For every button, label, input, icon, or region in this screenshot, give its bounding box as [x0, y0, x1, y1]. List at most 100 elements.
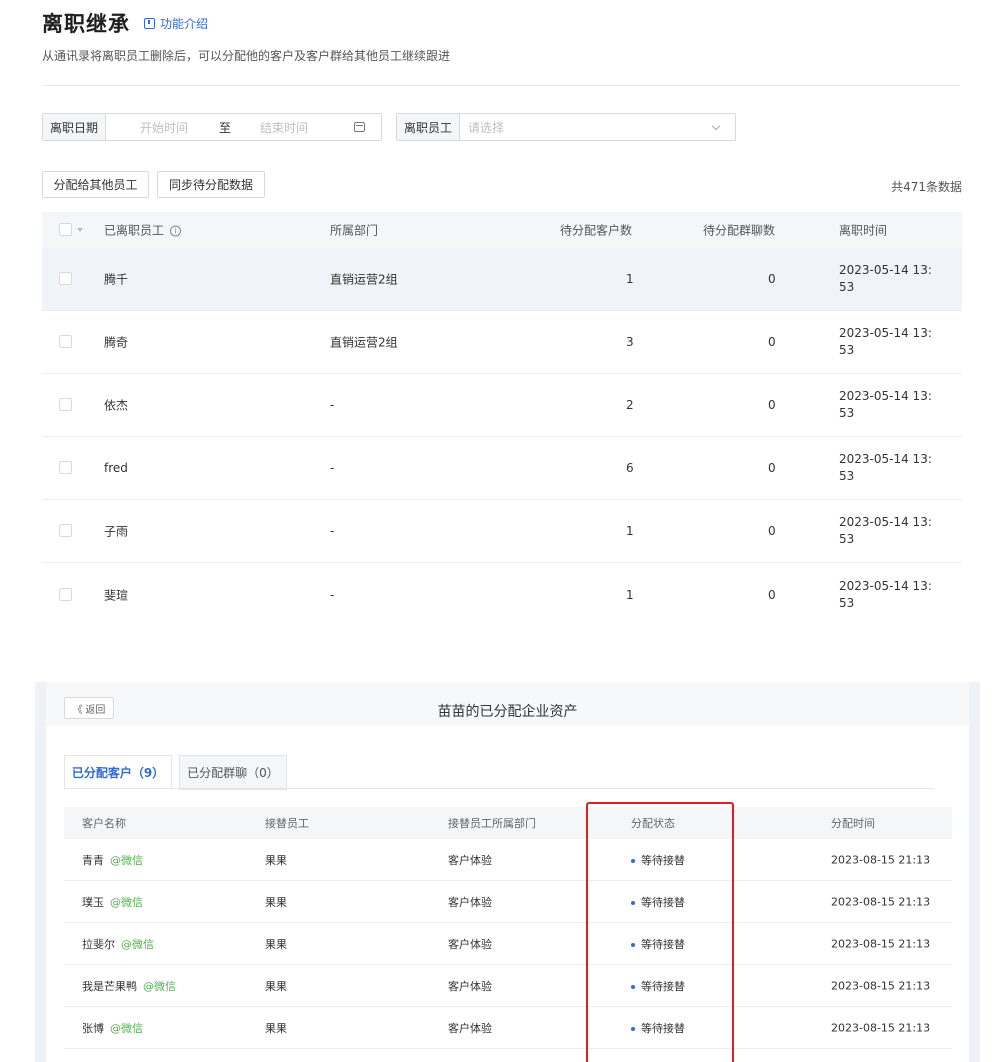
assign-time: 2023-08-15 21:13	[831, 979, 931, 992]
table-row[interactable]: 依杰 - 2 0 2023-05-14 13:53	[42, 374, 962, 437]
table-row[interactable]: 斐瑄 - 1 0 2023-05-14 13:53	[42, 563, 962, 626]
pending-groups: 0	[768, 272, 776, 286]
assign-time: 2023-08-15 21:13	[831, 1021, 931, 1034]
customer-name-cell: 张博 @微信	[82, 1021, 143, 1035]
column-header-successor: 接替员工	[265, 817, 309, 830]
table-row[interactable]: 子雨 - 1 0 2023-05-14 13:53	[42, 500, 962, 563]
page-subtitle: 从通讯录将离职员工删除后，可以分配他的客户及客户群给其他员工继续跟进	[42, 49, 451, 63]
pending-groups: 0	[768, 398, 776, 412]
employee-name: 腾奇	[104, 335, 129, 350]
successor-name: 果果	[265, 853, 287, 867]
panel-title: 苗苗的已分配企业资产	[437, 704, 578, 720]
table-row[interactable]: 张博 @微信 果果 客户体验 等待接替 2023-08-15 21:13	[64, 1007, 952, 1049]
leave-date-filter[interactable]: 离职日期 开始时间 至 结束时间	[42, 113, 382, 141]
pending-customers: 1	[626, 524, 634, 538]
table-header: 已离职员工 i 所属部门 待分配客户数 待分配群聊数 离职时间	[42, 212, 962, 248]
wechat-tag: @微信	[110, 853, 143, 867]
column-header-leave-time: 离职时间	[839, 223, 888, 238]
row-checkbox[interactable]	[59, 272, 72, 285]
column-header-successor-dept: 接替员工所属部门	[448, 817, 536, 830]
successor-dept: 客户体验	[448, 895, 492, 909]
tab-divider	[64, 788, 934, 789]
employee-name: fred	[104, 461, 128, 475]
feature-intro-link[interactable]: 功能介绍	[144, 15, 208, 32]
employee-dept: -	[330, 587, 335, 602]
employee-name: 子雨	[104, 524, 129, 539]
table-header: 客户名称 接替员工 接替员工所属部门 分配状态 分配时间	[64, 807, 952, 839]
leave-time: 2023-05-14 13:53	[839, 326, 932, 357]
assigned-customers-table: 客户名称 接替员工 接替员工所属部门 分配状态 分配时间 青青 @微信 果果 客户…	[64, 807, 952, 1049]
leave-time: 2023-05-14 13:53	[839, 452, 932, 483]
page-header: 离职继承 功能介绍	[42, 8, 208, 38]
tab-assigned-groups[interactable]: 已分配群聊（0）	[179, 755, 287, 790]
info-icon[interactable]: i	[170, 225, 182, 237]
pending-groups: 0	[768, 335, 776, 349]
successor-dept: 客户体验	[448, 853, 492, 867]
pending-groups: 0	[768, 587, 776, 602]
successor-name: 果果	[265, 1021, 287, 1035]
leave-employee-filter[interactable]: 离职员工 请选择	[396, 113, 736, 141]
employee-select[interactable]: 请选择	[468, 119, 504, 136]
table-row[interactable]: fred - 6 0 2023-05-14 13:53	[42, 437, 962, 500]
status-highlight-box	[586, 802, 734, 1062]
wechat-tag: @微信	[110, 1021, 143, 1035]
successor-name: 果果	[265, 979, 287, 993]
table-row[interactable]: 腾奇 直销运营2组 3 0 2023-05-14 13:53	[42, 311, 962, 374]
customer-name-cell: 青青 @微信	[82, 853, 143, 867]
date-separator: 至	[219, 120, 232, 135]
row-checkbox[interactable]	[59, 335, 72, 348]
chevron-down-icon[interactable]	[711, 121, 721, 131]
assign-time: 2023-08-15 21:13	[831, 895, 931, 908]
assign-time: 2023-08-15 21:13	[831, 937, 931, 950]
column-header-dept: 所属部门	[330, 223, 379, 238]
sync-pending-data-button[interactable]: 同步待分配数据	[157, 171, 265, 198]
table-row[interactable]: 璞玉 @微信 果果 客户体验 等待接替 2023-08-15 21:13	[64, 881, 952, 923]
panel-header: 《 返回 苗苗的已分配企业资产	[46, 682, 969, 726]
pending-groups: 0	[768, 524, 776, 538]
row-checkbox[interactable]	[59, 524, 72, 537]
caret-down-icon[interactable]	[77, 228, 83, 232]
column-header-employee: 已离职员工 i	[104, 222, 182, 239]
tab-assigned-customers[interactable]: 已分配客户（9）	[64, 755, 172, 790]
pending-customers: 6	[626, 461, 634, 475]
leave-time: 2023-05-14 13:53	[839, 263, 932, 294]
select-all-checkbox[interactable]	[59, 223, 72, 236]
column-header-assign-time: 分配时间	[831, 817, 875, 830]
table-row[interactable]: 青青 @微信 果果 客户体验 等待接替 2023-08-15 21:13	[64, 839, 952, 881]
assign-time: 2023-08-15 21:13	[831, 853, 931, 866]
table-row[interactable]: 拉斐尔 @微信 果果 客户体验 等待接替 2023-08-15 21:13	[64, 923, 952, 965]
row-checkbox[interactable]	[59, 587, 72, 601]
column-header-groups: 待分配群聊数	[703, 223, 776, 238]
assign-to-others-button[interactable]: 分配给其他员工	[42, 171, 149, 198]
total-count: 共471条数据	[891, 180, 962, 194]
employee-dept: -	[330, 461, 335, 475]
employee-dept: 直销运营2组	[330, 272, 398, 287]
row-checkbox[interactable]	[59, 398, 72, 411]
employee-dept: -	[330, 524, 335, 538]
employee-dept: 直销运营2组	[330, 335, 398, 350]
table-row[interactable]: 腾千 直销运营2组 1 0 2023-05-14 13:53	[42, 248, 962, 311]
customer-name-cell: 拉斐尔 @微信	[82, 937, 154, 951]
wechat-tag: @微信	[110, 895, 143, 909]
customer-name-cell: 我是芒果鸭 @微信	[82, 979, 176, 993]
start-date-input[interactable]: 开始时间	[140, 119, 188, 136]
table-row[interactable]: 我是芒果鸭 @微信 果果 客户体验 等待接替 2023-08-15 21:13	[64, 965, 952, 1007]
leave-date-label: 离职日期	[43, 114, 107, 140]
column-header-customers: 待分配客户数	[560, 223, 633, 238]
divider	[42, 85, 960, 86]
assigned-assets-panel: 《 返回 苗苗的已分配企业资产 已分配客户（9） 已分配群聊（0） 客户名称 接…	[35, 682, 980, 1062]
end-date-input[interactable]: 结束时间	[260, 119, 308, 136]
calendar-icon[interactable]	[354, 122, 366, 132]
book-icon	[144, 17, 155, 29]
leave-time: 2023-05-14 13:53	[839, 515, 932, 546]
employee-name: 腾千	[104, 272, 129, 287]
row-checkbox[interactable]	[59, 461, 72, 474]
employee-name: 依杰	[104, 398, 129, 413]
page-title: 离职继承	[42, 12, 130, 36]
successor-name: 果果	[265, 937, 287, 951]
successor-dept: 客户体验	[448, 937, 492, 951]
employee-dept: -	[330, 398, 335, 412]
leave-time: 2023-05-14 13:53	[839, 578, 932, 610]
wechat-tag: @微信	[121, 937, 154, 951]
resigned-employee-table: 已离职员工 i 所属部门 待分配客户数 待分配群聊数 离职时间 腾千 直销运营2组…	[42, 212, 962, 626]
